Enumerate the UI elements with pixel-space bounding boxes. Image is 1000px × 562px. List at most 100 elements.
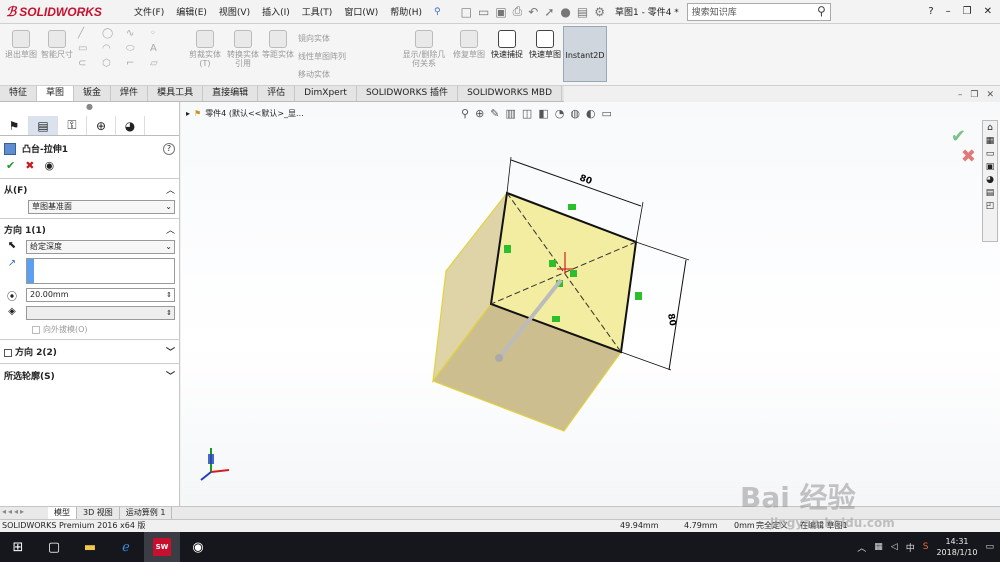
- expand-chevron-icon[interactable]: ﹀: [166, 369, 175, 382]
- file-properties-icon[interactable]: ▤: [577, 5, 588, 19]
- new-icon[interactable]: □: [461, 5, 472, 19]
- direction-selection-box[interactable]: [26, 258, 175, 284]
- undo-icon[interactable]: ↶: [528, 5, 538, 19]
- smart-dimension-button[interactable]: 智能尺寸: [40, 30, 74, 59]
- panel-grip-icon[interactable]: ●: [0, 102, 179, 116]
- tab-features[interactable]: 特征: [0, 86, 38, 101]
- model-canvas[interactable]: 80 80: [181, 102, 1000, 506]
- clock[interactable]: 14:31 2018/1/10: [936, 536, 977, 558]
- restore-icon[interactable]: ❐: [963, 6, 972, 17]
- menu-file[interactable]: 文件(F): [128, 5, 170, 18]
- tab-motion-study[interactable]: 运动算例 1: [120, 507, 173, 519]
- doc-restore-icon[interactable]: ❐: [970, 90, 978, 100]
- from-select[interactable]: 草图基准面 ⌄: [28, 200, 175, 214]
- options-gear-icon[interactable]: ⚙: [594, 5, 605, 19]
- menu-insert[interactable]: 插入(I): [256, 5, 296, 18]
- view-palette-icon[interactable]: ▣: [986, 162, 995, 172]
- select-icon[interactable]: ➚: [544, 5, 554, 19]
- volume-icon[interactable]: ◁: [891, 542, 898, 552]
- menu-help[interactable]: 帮助(H): [384, 5, 428, 18]
- tab-evaluate[interactable]: 评估: [258, 86, 296, 101]
- solidworks-taskbar-icon[interactable]: SW: [144, 532, 180, 562]
- doc-close-icon[interactable]: ✕: [986, 90, 994, 100]
- cancel-icon[interactable]: ✖: [25, 159, 34, 172]
- tab-scroll-arrows-icon[interactable]: ◂◂◂▸: [0, 507, 48, 519]
- instant2d-button[interactable]: Instant2D: [563, 26, 607, 82]
- tab-mbd[interactable]: SOLIDWORKS MBD: [458, 86, 563, 101]
- feature-tree-tab-icon[interactable]: ⚑: [0, 116, 29, 135]
- draft-outward-checkbox[interactable]: 向外拔模(O): [32, 324, 175, 335]
- close-icon[interactable]: ✕: [984, 6, 992, 17]
- preview-eye-icon[interactable]: ◉: [44, 159, 54, 172]
- tab-sheet-metal[interactable]: 钣金: [74, 86, 112, 101]
- search-input[interactable]: 搜索知识库 ⚲: [686, 2, 831, 21]
- vertical-relation-icon[interactable]: [635, 292, 642, 300]
- vertical-relation-icon[interactable]: [504, 245, 511, 253]
- line-icon[interactable]: ╱: [78, 28, 102, 39]
- ellipse-icon[interactable]: ⬭: [126, 43, 150, 54]
- search-icon[interactable]: ⚲: [817, 4, 826, 18]
- trim-entities-button[interactable]: 剪裁实体(T): [186, 30, 224, 68]
- tab-direct-editing[interactable]: 直接编辑: [203, 86, 259, 101]
- custom-properties-icon[interactable]: ▤: [986, 188, 995, 198]
- help-icon[interactable]: ?: [163, 142, 175, 155]
- tab-sketch[interactable]: 草图: [37, 86, 75, 101]
- network-icon[interactable]: ▦: [874, 542, 883, 552]
- dimension-right[interactable]: 80: [665, 313, 677, 327]
- notifications-icon[interactable]: ▭: [985, 542, 994, 552]
- tab-dimxpert[interactable]: DimXpert: [295, 86, 357, 101]
- sogou-input-icon[interactable]: S: [923, 542, 929, 552]
- ok-icon[interactable]: ✔: [6, 159, 15, 172]
- direction2-checkbox[interactable]: [4, 348, 12, 357]
- file-explorer-folder-icon[interactable]: ▬: [72, 532, 108, 562]
- tab-model[interactable]: 模型: [48, 507, 77, 519]
- menu-tools[interactable]: 工具(T): [296, 5, 339, 18]
- direction2-section[interactable]: 方向 2(2) ﹀: [0, 339, 179, 363]
- spinner-icon[interactable]: ⇕: [166, 307, 172, 319]
- solidworks-logo[interactable]: ℬ SOLIDWORKS: [0, 0, 120, 24]
- display-manager-tab-icon[interactable]: ◕: [116, 116, 145, 135]
- plane-icon[interactable]: ▱: [150, 58, 174, 69]
- graphics-area[interactable]: ▸ ⚑ 零件4 (默认<<默认>_显... ⚲ ⊕ ✎ ▥ ◫ ◧ ◔ ◍ ◐ …: [181, 90, 1000, 506]
- drag-handle-icon[interactable]: [495, 354, 503, 362]
- offset-entities-button[interactable]: 等距实体: [260, 30, 296, 59]
- collapse-chevron-icon[interactable]: ︿: [166, 183, 175, 196]
- task-view-icon[interactable]: ▢: [36, 532, 72, 562]
- point-icon[interactable]: ◦: [150, 28, 174, 39]
- tab-mold-tools[interactable]: 模具工具: [148, 86, 204, 101]
- end-condition-select[interactable]: 给定深度 ⌄: [26, 240, 175, 254]
- quick-snaps-button[interactable]: 快速捕捉: [490, 30, 524, 59]
- rectangle-icon[interactable]: ▭: [78, 43, 102, 54]
- polygon-icon[interactable]: ⬡: [102, 58, 126, 69]
- linear-pattern-button[interactable]: 线性草图阵列: [298, 48, 346, 66]
- depth-input[interactable]: 20.00mm ⇕: [26, 288, 175, 302]
- media-player-icon[interactable]: ◉: [180, 532, 216, 562]
- midpoint-relation-icon[interactable]: [549, 260, 556, 267]
- collapse-chevron-icon[interactable]: ︿: [166, 223, 175, 236]
- reverse-direction-icon[interactable]: ⬉: [4, 240, 20, 254]
- mirror-entities-button[interactable]: 镜向实体: [298, 30, 346, 48]
- slot-icon[interactable]: ⊂: [78, 58, 102, 69]
- configuration-manager-tab-icon[interactable]: ⚿: [58, 116, 87, 135]
- rapid-sketch-button[interactable]: 快速草图: [528, 30, 562, 59]
- dimension-top[interactable]: 80: [578, 173, 593, 187]
- file-explorer-icon[interactable]: ▭: [986, 149, 995, 159]
- selected-contours-section[interactable]: 所选轮廓(S) ﹀: [0, 363, 179, 387]
- doc-minimize-icon[interactable]: –: [958, 90, 963, 100]
- horizontal-relation-icon[interactable]: [568, 204, 576, 210]
- arc-icon[interactable]: ◠: [102, 43, 126, 54]
- text-icon[interactable]: A: [150, 43, 174, 54]
- tray-expand-icon[interactable]: ︿: [857, 541, 866, 554]
- pin-icon[interactable]: ⚲: [428, 7, 447, 17]
- open-icon[interactable]: ▭: [478, 5, 489, 19]
- ime-indicator[interactable]: 中: [906, 541, 915, 554]
- start-windows-icon[interactable]: ⊞: [0, 532, 36, 562]
- design-library-icon[interactable]: ▦: [986, 136, 995, 146]
- dimension-line-top[interactable]: [510, 159, 642, 207]
- move-entities-button[interactable]: 移动实体: [298, 66, 346, 84]
- print-icon[interactable]: ⎙: [513, 4, 523, 19]
- draft-angle-input[interactable]: ⇕: [26, 306, 175, 320]
- tab-addins[interactable]: SOLIDWORKS 插件: [357, 86, 459, 101]
- minimize-icon[interactable]: –: [946, 6, 951, 17]
- save-icon[interactable]: ▣: [495, 5, 506, 19]
